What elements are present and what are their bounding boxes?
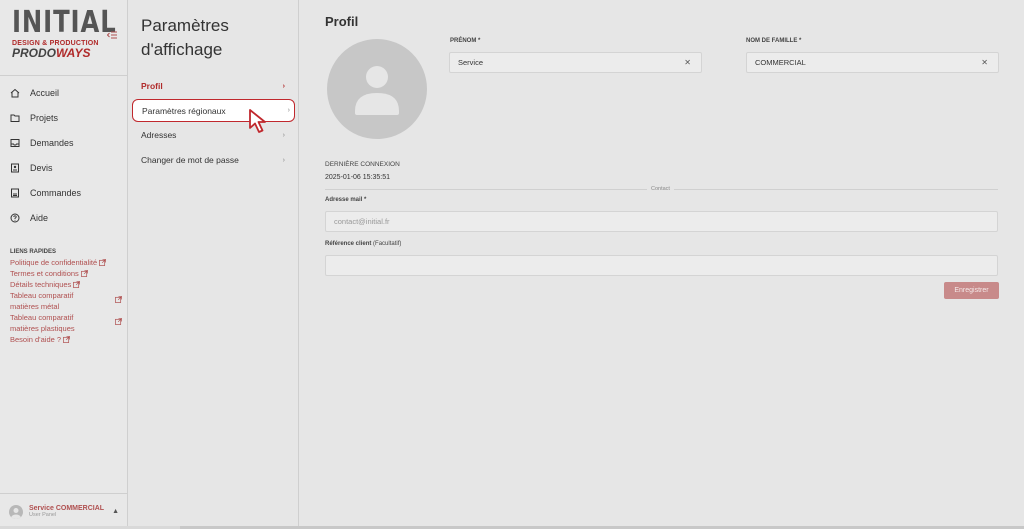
quick-link-technical[interactable]: Détails techniques — [10, 279, 122, 290]
user-role: User Panel — [29, 512, 57, 518]
logo-prodways: PRODOWAYS — [12, 47, 102, 59]
last-login-value: 2025-01-06 15:35:51 — [325, 174, 390, 181]
sidebar-item-demandes[interactable]: Demandes — [0, 130, 128, 155]
external-link-icon — [115, 296, 122, 303]
sidebar-item-label: Accueil — [30, 87, 60, 98]
settings-item-profil[interactable]: Profil › — [141, 78, 289, 94]
help-icon — [10, 213, 20, 222]
email-field[interactable]: contact@initial.fr — [325, 211, 998, 232]
last-name-label: NOM DE FAMILLE * — [746, 38, 802, 44]
profile-avatar[interactable] — [327, 39, 427, 139]
quick-link-label: Tableau comparatif matières métal — [10, 291, 74, 311]
settings-panel: Paramètres d'affichage Profil › Paramètr… — [128, 0, 299, 529]
reference-label-text: Référence client — [325, 241, 372, 247]
email-value: contact@initial.fr — [334, 217, 390, 226]
chevron-up-icon[interactable]: ▲ — [112, 508, 119, 515]
collapse-menu-icon[interactable] — [107, 30, 117, 40]
external-link-icon — [73, 281, 81, 288]
settings-item-label: Paramètres régionaux — [142, 105, 226, 116]
contact-divider-label: Contact — [647, 186, 674, 192]
settings-item-label: Profil — [141, 81, 163, 91]
sidebar-item-label: Projets — [30, 112, 59, 123]
settings-item-label: Adresses — [141, 130, 177, 140]
logo-prodways-a: PRODO — [12, 46, 57, 60]
sidebar-divider — [0, 75, 128, 76]
quick-link-label: Termes et conditions — [10, 269, 79, 278]
sidebar-item-label: Aide — [30, 212, 49, 223]
sidebar-nav: Accueil Projets Demandes Devis Commandes… — [0, 80, 128, 230]
external-link-icon — [80, 270, 88, 277]
logo[interactable]: INITIAL DESIGN & PRODUCTION PRODOWAYS — [12, 5, 117, 68]
reference-field[interactable] — [325, 255, 998, 276]
first-name-label: PRÉNOM * — [450, 38, 481, 44]
sidebar-item-label: Devis — [30, 162, 53, 173]
first-name-field[interactable]: Service ✕ — [449, 52, 702, 73]
chevron-right-icon: › — [282, 82, 285, 90]
external-link-icon — [115, 318, 122, 325]
quick-link-help[interactable]: Besoin d'aide ? — [10, 334, 122, 345]
chevron-right-icon: › — [282, 156, 285, 164]
folder-icon — [10, 114, 20, 122]
home-icon — [10, 88, 20, 97]
quick-link-metal-table[interactable]: Tableau comparatif matières métal — [10, 290, 122, 312]
quick-link-label: Politique de confidentialité — [10, 258, 98, 267]
reference-optional: (Facultatif) — [373, 241, 402, 247]
user-avatar — [9, 504, 23, 519]
user-icon — [355, 66, 399, 115]
settings-item-password[interactable]: Changer de mot de passe › — [141, 152, 289, 168]
sidebar-item-label: Commandes — [30, 187, 82, 198]
chevron-right-icon: › — [282, 131, 285, 139]
page-title: Profil — [325, 14, 359, 29]
sidebar-item-accueil[interactable]: Accueil — [0, 80, 128, 105]
order-icon — [11, 188, 19, 197]
quote-icon — [11, 163, 19, 172]
last-login-label: DERNIÈRE CONNEXION — [325, 161, 400, 168]
mouse-cursor-icon — [249, 109, 266, 133]
quick-link-terms[interactable]: Termes et conditions — [10, 268, 122, 279]
sidebar-item-commandes[interactable]: Commandes — [0, 180, 128, 205]
external-link-icon — [63, 336, 70, 343]
chevron-right-icon: › — [287, 107, 290, 114]
logo-prodways-b: WAYS — [56, 46, 91, 60]
profile-main: Profil PRÉNOM * Service ✕ NOM DE FAMILLE… — [299, 0, 1024, 529]
reference-label: Référence client (Facultatif) — [325, 241, 401, 247]
quick-link-label: Tableau comparatif matières plastiques — [10, 313, 75, 333]
settings-item-label: Changer de mot de passe — [141, 155, 239, 165]
email-label: Adresse mail * — [325, 197, 367, 203]
quick-links-title: LIENS RAPIDES — [10, 249, 57, 255]
first-name-value: Service — [458, 58, 484, 67]
sidebar-item-aide[interactable]: Aide — [0, 205, 128, 230]
inbox-icon — [10, 138, 20, 147]
quick-link-label: Détails techniques — [10, 280, 72, 289]
quick-link-label: Besoin d'aide ? — [10, 335, 62, 344]
quick-link-plastic-table[interactable]: Tableau comparatif matières plastiques — [10, 312, 122, 334]
last-name-value: COMMERCIAL — [755, 58, 806, 67]
user-name: Service COMMERCIAL — [29, 505, 105, 512]
sidebar-item-devis[interactable]: Devis — [0, 155, 128, 180]
settings-title: Paramètres d'affichage — [141, 16, 229, 59]
external-link-icon — [99, 259, 107, 266]
clear-icon[interactable]: ✕ — [684, 58, 691, 67]
logo-initial: INITIAL — [12, 5, 117, 40]
quick-links: LIENS RAPIDES Politique de confidentiali… — [10, 249, 122, 345]
last-name-field[interactable]: COMMERCIAL ✕ — [746, 52, 999, 73]
sidebar: INITIAL DESIGN & PRODUCTION PRODOWAYS Ac… — [0, 0, 128, 529]
save-button[interactable]: Enregistrer — [944, 282, 999, 299]
sidebar-item-projets[interactable]: Projets — [0, 105, 128, 130]
sidebar-item-label: Demandes — [30, 137, 74, 148]
clear-icon[interactable]: ✕ — [981, 58, 988, 67]
user-panel[interactable]: Service COMMERCIAL User Panel ▲ — [0, 493, 128, 529]
quick-link-privacy[interactable]: Politique de confidentialité — [10, 257, 122, 268]
